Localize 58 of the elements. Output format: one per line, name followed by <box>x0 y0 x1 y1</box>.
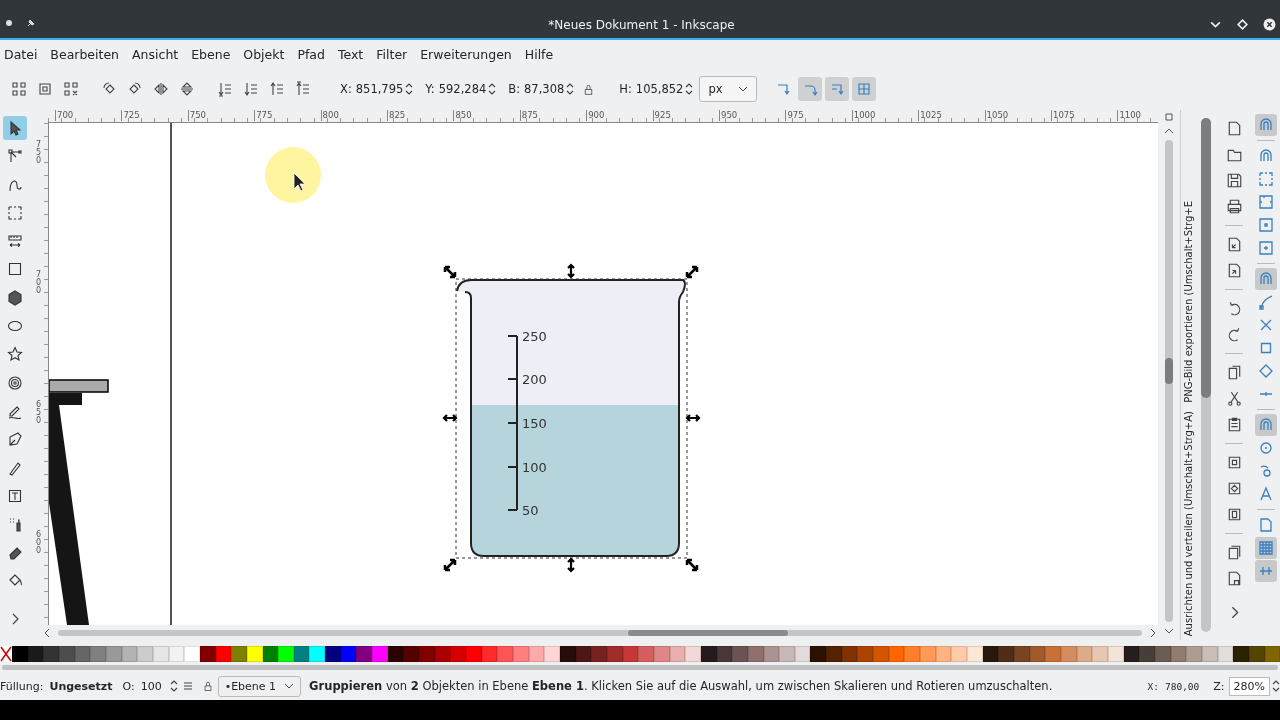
ruler-label: 1075 <box>1051 110 1075 121</box>
ruler-label: 600 <box>36 531 43 555</box>
ruler-label: 825 <box>387 110 406 121</box>
ruler-label: 700 <box>55 110 74 121</box>
menu-item[interactable]: Ansicht <box>132 46 179 62</box>
menu-item[interactable]: Pfad <box>297 46 325 62</box>
cursor-x-label: X: <box>1147 680 1159 692</box>
ruler-label: 975 <box>785 110 804 121</box>
status-message: Gruppieren von 2 Objekten in Ebene Ebene 1. Klicken Sie auf die Auswahl, um zwischen Skalieren und Rotieren umzuschalten. <box>309 679 1054 693</box>
menu-item[interactable]: Ebene <box>191 46 231 62</box>
menu-item[interactable]: Hilfe <box>524 46 554 62</box>
field-label: X: <box>340 82 352 96</box>
ruler-label: 875 <box>519 110 539 121</box>
number-field[interactable]: 105,852 <box>635 80 684 98</box>
zoom-label: Z: <box>1213 679 1225 693</box>
ruler-label: 950 <box>719 110 738 121</box>
number-field[interactable]: 87,308 <box>524 80 565 98</box>
menu-item[interactable]: Erweiterungen <box>420 46 512 62</box>
ruler-label: 900 <box>586 110 605 121</box>
menu-item[interactable]: Objekt <box>243 46 285 62</box>
field-label: Y: <box>425 82 435 96</box>
ruler-label: 1025 <box>918 110 942 121</box>
zoom-field[interactable]: 280% <box>1228 676 1270 696</box>
ruler-label: 650 <box>36 401 43 425</box>
menu-item[interactable]: Filter <box>376 46 408 62</box>
menu-item[interactable]: Text <box>337 46 364 62</box>
menu-item[interactable]: Datei <box>4 46 38 62</box>
scale-label: 100 <box>522 460 547 475</box>
unit-dropdown[interactable]: px <box>699 76 758 102</box>
layer-dropdown[interactable]: •Ebene 1 <box>217 675 302 697</box>
scale-label: 150 <box>522 416 547 431</box>
dock-tab[interactable]: PNG-Bild exportieren (Umschalt+Strg+E <box>1181 200 1199 403</box>
ruler-label: 1050 <box>984 110 1009 121</box>
opacity-label: O: <box>122 679 135 693</box>
ruler-label: 800 <box>320 110 339 121</box>
menu-item[interactable]: Bearbeiten <box>50 46 120 62</box>
fill-value: Ungesetzt <box>49 679 113 693</box>
scale-label: 200 <box>522 372 547 387</box>
number-field[interactable]: 592,284 <box>438 80 487 98</box>
field-label: B: <box>508 82 521 96</box>
ruler-label: 775 <box>254 110 273 121</box>
fill-label: Füllung: <box>0 679 44 693</box>
scale-label: 50 <box>522 503 539 518</box>
ruler-label: 850 <box>453 110 472 121</box>
ruler-label: 1100 <box>1117 110 1142 121</box>
ruler-label: 925 <box>652 110 671 121</box>
field-label: H: <box>619 82 632 96</box>
ruler-label: 750 <box>36 141 43 165</box>
ruler-label: 725 <box>121 110 140 121</box>
cursor-x-value: 780,00 <box>1164 680 1200 692</box>
opacity-field[interactable]: 100 <box>138 677 168 695</box>
dock-tab[interactable]: Ausrichten und verteilen (Umschalt+Strg+A) <box>1181 410 1199 636</box>
ruler-label: 1000 <box>851 110 876 121</box>
window-title: *Neues Dokument 1 - Inkscape <box>547 18 736 32</box>
ruler-label: 700 <box>36 271 43 295</box>
ruler-label: 750 <box>187 110 207 121</box>
scale-label: 250 <box>522 329 547 344</box>
number-field[interactable]: 851,795 <box>355 80 404 98</box>
